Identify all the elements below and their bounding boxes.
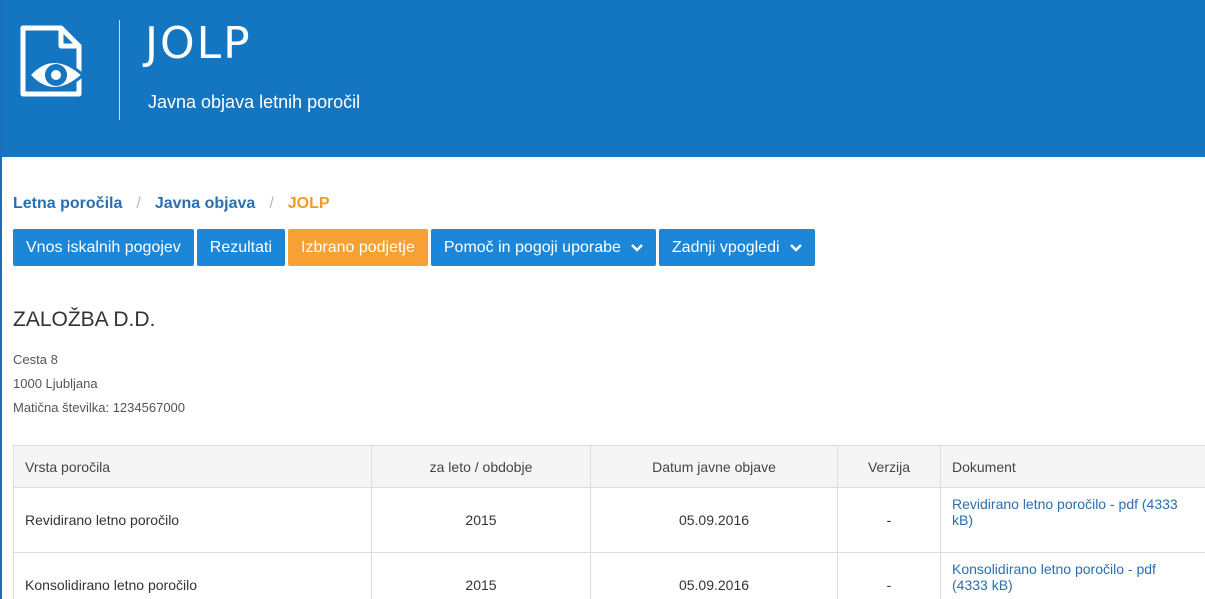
tab-label: Rezultati [209,238,273,256]
table-row: Revidirano letno poročilo 2015 05.09.201… [13,487,1205,553]
tab-rezultati[interactable]: Rezultati [196,229,286,266]
document-link[interactable]: Revidirano letno poročilo - pdf (4333 kB… [952,496,1178,528]
column-header-dokument: Dokument [940,445,1205,488]
company-registration: Matična številka: 1234567000 [13,400,186,415]
company-name: ZALOŽBA D.D. [13,308,156,331]
chevron-down-icon [631,243,643,252]
tab-label: Zadnji vpogledi [671,238,780,256]
header-divider [119,20,120,120]
chevron-down-icon [789,243,802,252]
cell-date: 05.09.2016 [590,552,838,599]
cell-document: Revidirano letno poročilo - pdf (4333 kB… [940,487,1205,553]
page: JOLP Javna objava letnih poročil Letna p… [0,0,1205,599]
table-header-row: Vrsta poročila za leto / obdobje Datum j… [13,445,1205,488]
table-row: Konsolidirano letno poročilo 2015 05.09.… [13,552,1205,599]
breadcrumb-separator: / [269,195,274,212]
column-header-datum: Datum javne objave [590,445,838,488]
reports-table: Vrsta poročila za leto / obdobje Datum j… [13,445,1205,599]
breadcrumb-item-letna-porocila[interactable]: Letna poročila [13,195,122,213]
app-title: JOLP [145,18,252,69]
column-header-verzija: Verzija [837,445,941,488]
cell-date: 05.09.2016 [590,487,838,553]
cell-report-type: Revidirano letno poročilo [13,487,372,553]
cell-report-type: Konsolidirano letno poročilo [13,552,372,599]
cell-year: 2015 [371,552,591,599]
column-header-leto: za leto / obdobje [371,445,591,488]
tab-label: Pomoč in pogoji uporabe [443,238,621,256]
cell-year: 2015 [371,487,591,553]
document-eye-icon [15,20,101,100]
company-street: Cesta 8 [13,352,58,367]
tab-label: Izbrano podjetje [301,238,415,256]
tab-zadnji-vpogledi[interactable]: Zadnji vpogledi [658,229,815,266]
tab-izbrano-podjetje[interactable]: Izbrano podjetje [288,229,428,266]
breadcrumb-item-javna-objava[interactable]: Javna objava [155,195,256,213]
breadcrumb-current: JOLP [287,195,330,212]
company-info: Cesta 8 1000 Ljubljana Matična številka:… [13,348,185,420]
nav-tabs: Vnos iskalnih pogojev Rezultati Izbrano … [13,229,815,266]
cell-document: Konsolidirano letno poročilo - pdf (4333… [940,552,1205,599]
tab-pomoc-in-pogoji-uporabe[interactable]: Pomoč in pogoji uporabe [430,229,656,266]
company-city: 1000 Ljubljana [13,376,98,391]
app-header: JOLP Javna objava letnih poročil [2,0,1205,157]
app-subtitle: Javna objava letnih poročil [148,92,361,112]
cell-version: - [837,552,941,599]
column-header-vrsta: Vrsta poročila [13,445,372,488]
cell-version: - [837,487,941,553]
breadcrumb: Letna poročila / Javna objava / JOLP [13,195,330,213]
document-link[interactable]: Konsolidirano letno poročilo - pdf (4333… [952,561,1156,593]
tab-vnos-iskalnih-pogojev[interactable]: Vnos iskalnih pogojev [13,229,194,266]
breadcrumb-separator: / [136,195,141,212]
tab-label: Vnos iskalnih pogojev [26,238,181,256]
